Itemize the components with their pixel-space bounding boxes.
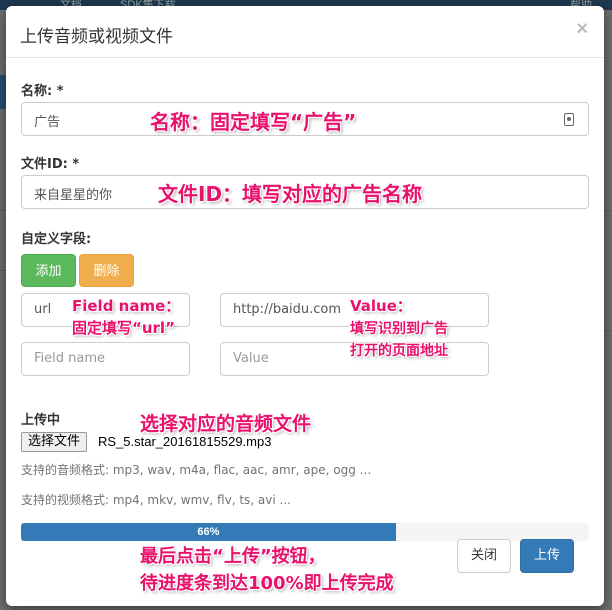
annotation-file: 选择对应的音频文件 bbox=[140, 413, 312, 435]
annotation-final-1: 最后点击“上传”按钮， bbox=[140, 546, 326, 567]
upload-progress-bar: 66% bbox=[21, 523, 396, 541]
name-input-value: 广告 bbox=[34, 115, 61, 130]
fileid-label: 文件ID: * bbox=[21, 157, 80, 172]
annotation-final-2: 待进度条到达100%即上传完成 bbox=[140, 573, 394, 594]
modal-header: 上传音频或视频文件 × bbox=[6, 6, 604, 58]
name-label: 名称: * bbox=[21, 84, 64, 99]
contact-card-icon bbox=[564, 113, 574, 126]
custom-fields-label: 自定义字段: bbox=[21, 232, 92, 247]
uploading-label: 上传中 bbox=[21, 413, 61, 428]
annotation-value-1: Value： bbox=[350, 297, 412, 315]
annotation-fileid: 文件ID：填写对应的广告名称 bbox=[158, 182, 423, 206]
video-formats-help: 支持的视频格式: mp4, mkv, wmv, flv, ts, avi ... bbox=[21, 493, 291, 507]
annotation-name: 名称：固定填写“广告” bbox=[150, 110, 357, 134]
field-name-placeholder: Field name bbox=[34, 351, 106, 366]
audio-formats-help: 支持的音频格式: mp3, wav, m4a, flac, aac, amr, … bbox=[21, 463, 372, 477]
add-field-button[interactable]: 添加 bbox=[21, 254, 76, 287]
delete-field-button[interactable]: 删除 bbox=[79, 254, 134, 287]
selected-file-name: RS_5.star_20161815529.mp3 bbox=[98, 434, 272, 449]
field-name-input-empty[interactable]: Field name bbox=[21, 342, 190, 376]
field-value-placeholder: Value bbox=[233, 351, 269, 366]
close-icon[interactable]: × bbox=[576, 18, 588, 41]
field-name-value: url bbox=[34, 302, 52, 317]
annotation-value-2: 填写识别到广告 bbox=[350, 321, 448, 337]
choose-file-button[interactable]: 选择文件 bbox=[21, 432, 88, 452]
field-value-value: http://baidu.com bbox=[233, 302, 342, 317]
annotation-field-name-2: 固定填写“url” bbox=[72, 319, 175, 337]
annotation-value-3: 打开的页面地址 bbox=[350, 343, 448, 359]
upload-modal: 上传音频或视频文件 × 名称: * 广告 文件ID: * 来自星星的你 自定义字… bbox=[6, 6, 604, 606]
modal-title: 上传音频或视频文件 bbox=[20, 27, 173, 47]
upload-button[interactable]: 上传 bbox=[520, 539, 574, 573]
fileid-input-value: 来自星星的你 bbox=[34, 188, 113, 203]
close-button[interactable]: 关闭 bbox=[457, 539, 511, 573]
annotation-field-name-1: Field name： bbox=[72, 297, 181, 315]
